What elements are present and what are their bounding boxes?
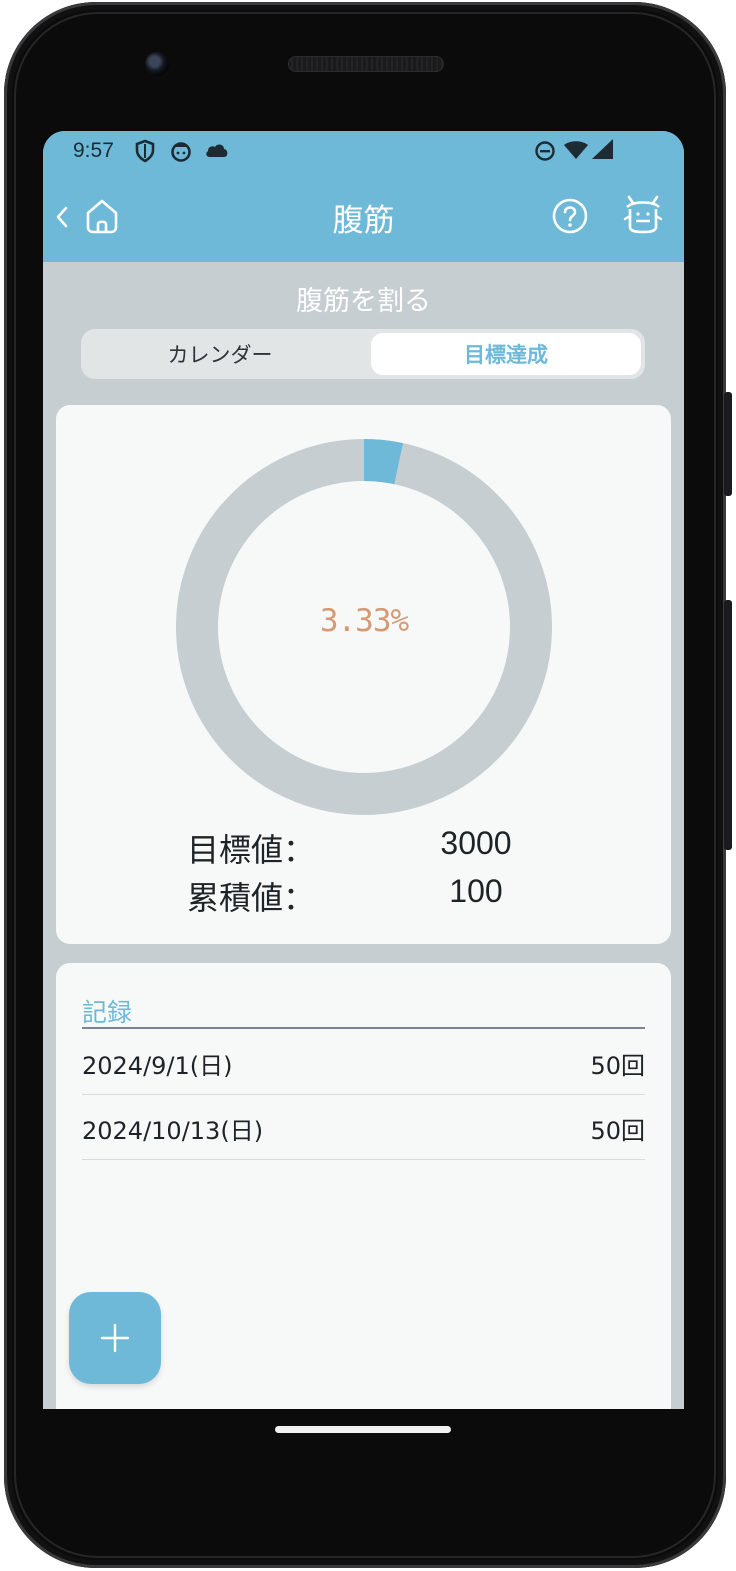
- record-count: 50回: [590, 1117, 645, 1145]
- app-header: 9:57 腹筋: [43, 131, 684, 262]
- record-date: 2024/9/1(日): [82, 1052, 233, 1080]
- earpiece-speaker: [288, 56, 444, 72]
- signal-icon: [591, 138, 615, 160]
- home-indicator: [275, 1426, 451, 1433]
- record-row[interactable]: 2024/9/1(日) 50回: [82, 1030, 645, 1095]
- tab-calendar[interactable]: カレンダー: [85, 333, 355, 375]
- shield-icon: [135, 139, 155, 163]
- cumulative-value: 100: [449, 873, 503, 909]
- plus-icon: [100, 1323, 130, 1353]
- help-icon[interactable]: [551, 197, 589, 235]
- power-button: [724, 392, 732, 496]
- tab-goal-achievement[interactable]: 目標達成: [371, 333, 641, 375]
- cloud-icon: [204, 141, 230, 159]
- do-not-disturb-icon: [534, 140, 556, 162]
- records-heading: 記録: [82, 998, 133, 1027]
- front-camera: [145, 52, 169, 76]
- add-record-button[interactable]: [69, 1292, 161, 1384]
- target-value: 3000: [440, 825, 512, 861]
- record-row[interactable]: 2024/10/13(日) 50回: [82, 1095, 645, 1160]
- view-segmented-control: カレンダー 目標達成: [81, 329, 645, 379]
- goal-title: 腹筋を割る: [296, 286, 431, 317]
- volume-button: [724, 600, 732, 850]
- face-icon: [170, 139, 192, 163]
- character-icon[interactable]: [623, 193, 663, 235]
- record-date: 2024/10/13(日): [82, 1117, 264, 1145]
- goal-progress-card: 3.33% 目標値： 3000 累積値： 100: [56, 405, 671, 944]
- wifi-icon: [563, 140, 589, 160]
- app-screen: 9:57 腹筋 腹筋を割る カレンダー 目標達成 3.33% 目標値： 3000…: [43, 131, 684, 1409]
- cumulative-label: 累積値：: [187, 879, 316, 917]
- progress-percent: 3.33%: [319, 603, 409, 639]
- target-label: 目標値：: [187, 831, 316, 869]
- records-divider: [82, 1027, 645, 1029]
- record-count: 50回: [590, 1052, 645, 1080]
- status-time: 9:57: [73, 139, 114, 162]
